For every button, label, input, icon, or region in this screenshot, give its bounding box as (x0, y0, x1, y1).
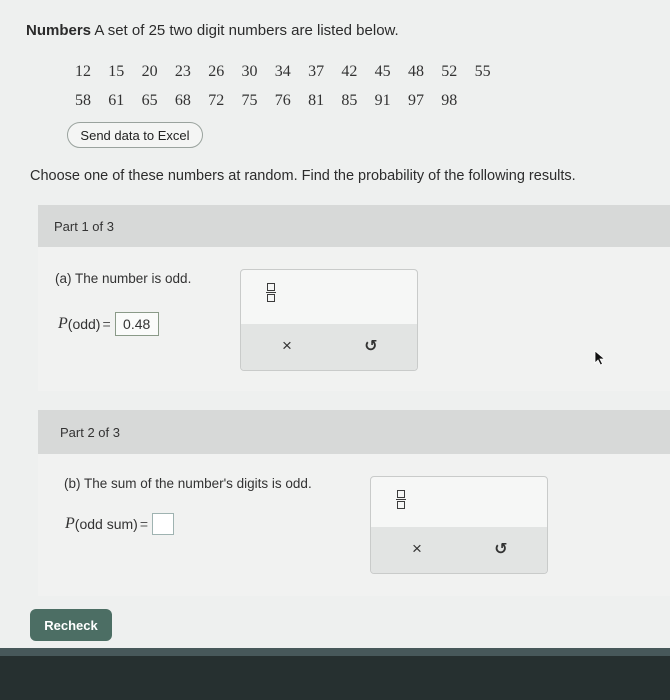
part-1-question: (a) The number is odd. (55, 271, 192, 286)
part-2-expression: P (odd sum) = (65, 513, 174, 535)
number-value: 26 (208, 63, 225, 80)
close-icon[interactable]: × (277, 336, 297, 356)
number-value: 61 (108, 92, 125, 109)
fraction-icon[interactable] (396, 490, 406, 509)
number-value: 97 (407, 92, 424, 109)
number-value: 68 (174, 92, 191, 109)
answer-field-part-1[interactable]: 0.48 (114, 312, 159, 336)
number-value: 91 (374, 92, 391, 109)
number-value: 65 (141, 92, 158, 109)
part-1-expression: P (odd) = 0.48 (58, 312, 159, 336)
number-value: 58 (75, 92, 91, 109)
number-value: 20 (141, 63, 158, 80)
expr-argument: (odd) (67, 316, 101, 332)
equals-sign: = (102, 316, 111, 332)
number-value: 34 (274, 63, 291, 80)
part-1-section: Part 1 of 3 (a) The number is odd. P (od… (38, 205, 670, 391)
part-2-tool-panel: × ↺ (370, 476, 548, 574)
problem-title-text: A set of 25 two digit numbers are listed… (91, 22, 399, 39)
mouse-cursor-icon (594, 350, 606, 366)
numbers-row-1: 12 15 20 23 26 30 34 37 42 45 48 52 55 (75, 63, 508, 81)
number-value: 12 (75, 63, 91, 80)
bottom-bar (0, 648, 670, 700)
problem-title-bold: Numbers (26, 22, 92, 39)
undo-icon[interactable]: ↺ (491, 539, 511, 559)
number-value: 85 (341, 92, 358, 109)
fraction-icon[interactable] (266, 283, 276, 302)
number-value: 45 (374, 63, 391, 80)
part-1-tool-panel: × ↺ (240, 269, 418, 371)
number-value: 48 (407, 63, 424, 80)
close-icon[interactable]: × (407, 539, 427, 559)
equals-sign: = (139, 516, 148, 532)
p-symbol: P (58, 315, 68, 332)
recheck-button[interactable]: Recheck (30, 609, 112, 641)
undo-icon[interactable]: ↺ (361, 336, 381, 356)
part-2-section: Part 2 of 3 (b) The sum of the number's … (38, 410, 670, 596)
part-1-header: Part 1 of 3 (38, 205, 670, 247)
number-value: 55 (474, 63, 491, 80)
p-symbol: P (65, 515, 75, 532)
bottom-bar-strip (0, 648, 670, 656)
expr-argument: (odd sum) (74, 516, 138, 532)
part-1-tool-bar: × ↺ (241, 324, 417, 370)
number-value: 30 (241, 63, 258, 80)
part-2-tool-bar: × ↺ (371, 527, 547, 573)
number-value: 37 (308, 63, 325, 80)
part-2-question: (b) The sum of the number's digits is od… (64, 476, 312, 491)
number-value: 72 (208, 92, 225, 109)
number-value: 23 (174, 63, 191, 80)
number-value: 15 (108, 63, 125, 80)
send-to-excel-button[interactable]: Send data to Excel (67, 122, 203, 148)
numbers-row-2: 58 61 65 68 72 75 76 81 85 91 97 98 (75, 92, 475, 110)
number-value: 81 (308, 92, 325, 109)
instruction-text: Choose one of these numbers at random. F… (30, 168, 576, 184)
number-value: 42 (341, 63, 358, 80)
part-2-header: Part 2 of 3 (38, 410, 670, 454)
number-value: 76 (274, 92, 291, 109)
number-value: 52 (441, 63, 458, 80)
number-value: 75 (241, 92, 258, 109)
answer-field-part-2[interactable] (152, 513, 174, 535)
number-value: 98 (441, 92, 458, 109)
problem-title: Numbers A set of 25 two digit numbers ar… (26, 22, 399, 39)
